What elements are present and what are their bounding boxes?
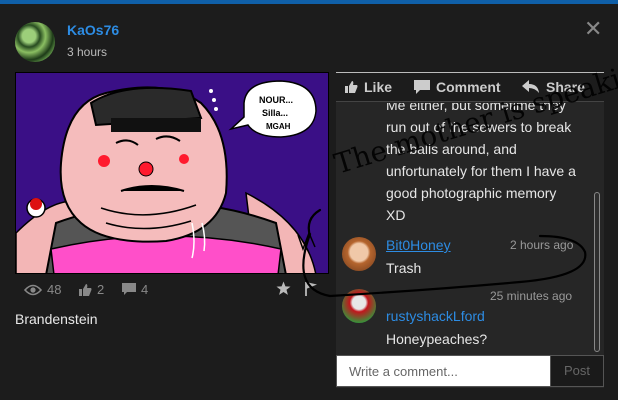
eye-icon <box>24 284 42 295</box>
post-time: 3 hours <box>67 45 108 59</box>
post-stats: 48 2 4 <box>24 281 330 300</box>
commenter-name[interactable]: Bit0Honey <box>386 237 451 253</box>
flag-icon[interactable] <box>304 281 319 299</box>
thumbs-up-icon <box>345 81 358 93</box>
commenter-name[interactable]: rustyshackLford <box>386 308 485 324</box>
like-button[interactable]: Like <box>344 79 392 95</box>
comment-composer: Post <box>336 355 604 387</box>
close-icon[interactable]: ✕ <box>584 18 602 40</box>
commenter-avatar[interactable] <box>342 289 376 323</box>
artwork-image: NOUR... Silla... MGAH <box>15 72 329 274</box>
comment-text-line: good photographic memory <box>386 185 557 201</box>
like-label: Like <box>364 79 393 95</box>
views-stat: 48 <box>24 282 61 297</box>
comment-button[interactable]: Comment <box>414 79 501 95</box>
comment-time: 2 hours ago <box>510 238 574 252</box>
thumbs-up-icon <box>79 283 92 296</box>
likes-stat: 2 <box>78 282 104 297</box>
speech-bubble-line-3: MGAH <box>266 122 291 131</box>
comment-text: Trash <box>386 260 422 276</box>
post-actions: Like Comment Share <box>336 72 604 102</box>
commenter-avatar[interactable] <box>342 237 376 271</box>
likes-count: 2 <box>97 282 105 297</box>
speech-bubble-icon <box>414 80 430 94</box>
favorite-star-icon[interactable] <box>276 281 291 299</box>
author-name[interactable]: KaOs76 <box>67 22 119 38</box>
views-count: 48 <box>47 282 62 297</box>
post-modal: KaOs76 3 hours ✕ NOUR... Silla... MGAH 4… <box>0 0 618 400</box>
comment-time: 25 minutes ago <box>490 289 573 303</box>
comments-list: Me either, but sometime they run out of … <box>336 103 604 353</box>
comments-count: 4 <box>141 282 149 297</box>
post-caption: Brandenstein <box>15 311 98 327</box>
comment-label: Comment <box>436 79 501 95</box>
comment-text-line: unfortunately for them I have a <box>386 163 576 179</box>
speech-bubble-icon <box>122 283 136 295</box>
comments-stat: 4 <box>122 282 148 297</box>
comment-text-line: XD <box>386 207 406 223</box>
share-arrow-icon <box>522 80 539 93</box>
share-button[interactable]: Share <box>522 79 585 95</box>
author-avatar[interactable] <box>15 22 55 62</box>
post-button[interactable]: Post <box>551 356 603 386</box>
speech-bubble-line-1: NOUR... <box>259 95 293 105</box>
comments-scrollbar[interactable] <box>594 192 600 352</box>
comment-input[interactable] <box>337 356 551 386</box>
comment-text: Honeypeaches? <box>386 331 488 347</box>
share-label: Share <box>546 79 585 95</box>
comments-panel: Like Comment Share Me either, but someti… <box>336 72 604 388</box>
comment-text-line: Me either, but sometime they <box>386 103 566 113</box>
speech-bubble-line-2: Silla... <box>262 108 288 118</box>
comment-text-line: run out of the sewers to break <box>386 119 572 135</box>
comment-text-line: the balls around, and <box>386 141 517 157</box>
